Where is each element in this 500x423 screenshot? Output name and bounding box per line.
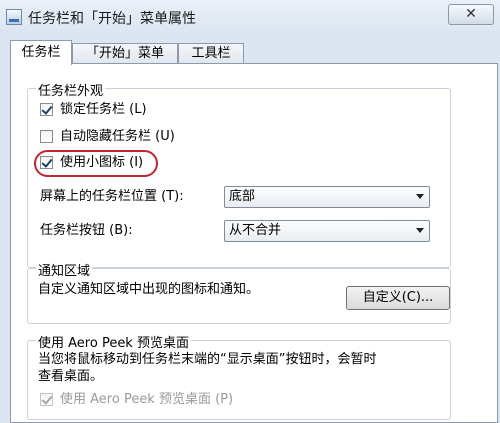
taskbar-buttons-value: 从不合并 — [229, 223, 282, 238]
taskbar-buttons-label: 任务栏按钮 (B): — [40, 223, 133, 238]
lock-taskbar-label: 锁定任务栏 (L) — [60, 102, 147, 117]
auto-hide-check-icon[interactable] — [40, 130, 53, 143]
chevron-down-icon — [416, 194, 424, 199]
customize-button[interactable]: 自定义(C)... — [346, 286, 450, 310]
taskbar-location-select[interactable]: 底部 — [224, 186, 430, 208]
notification-description: 自定义通知区域中出现的图标和通知。 — [38, 282, 260, 297]
lock-taskbar-check-icon[interactable] — [40, 103, 53, 116]
aero-peek-label: 使用 Aero Peek 预览桌面 (P) — [60, 392, 234, 407]
tab-toolbars[interactable]: 工具栏 — [178, 43, 244, 64]
tab-start-menu[interactable]: 「开始」菜单 — [72, 43, 178, 64]
small-icons-label: 使用小图标 (I) — [60, 155, 144, 170]
window-icon — [6, 9, 22, 25]
auto-hide-label: 自动隐藏任务栏 (U) — [60, 129, 175, 144]
tab-panel: 任务栏外观 锁定任务栏 (L) 自动隐藏任务栏 (U) 使用小图标 (I) 屏幕… — [10, 63, 498, 423]
small-icons-check-icon[interactable] — [40, 156, 53, 169]
aero-peek-group: 使用 Aero Peek 预览桌面 当您将鼠标移动到任务栏末端的“显示桌面”按钮… — [27, 332, 451, 420]
aero-peek-check-icon[interactable] — [40, 393, 53, 406]
taskbar-buttons-select[interactable]: 从不合并 — [224, 220, 430, 242]
aero-peek-description-line2: 查看桌面。 — [38, 369, 104, 384]
notification-group: 通知区域 自定义通知区域中出现的图标和通知。 自定义(C)... — [27, 260, 451, 324]
appearance-group: 任务栏外观 锁定任务栏 (L) 自动隐藏任务栏 (U) 使用小图标 (I) 屏幕… — [27, 80, 451, 268]
chevron-down-icon — [416, 228, 424, 233]
tab-taskbar[interactable]: 任务栏 — [10, 40, 72, 65]
aero-peek-description-line1: 当您将鼠标移动到任务栏末端的“显示桌面”按钮时，会暂时 — [38, 352, 377, 367]
close-button[interactable]: ✕ — [448, 4, 494, 25]
taskbar-location-label: 屏幕上的任务栏位置 (T): — [40, 189, 184, 204]
window-title: 任务栏和「开始」菜单属性 — [28, 11, 196, 27]
notification-group-title: 通知区域 — [36, 260, 93, 279]
title-bar: 任务栏和「开始」菜单属性 ✕ — [0, 0, 500, 34]
aero-peek-group-title: 使用 Aero Peek 预览桌面 — [36, 332, 191, 351]
taskbar-location-value: 底部 — [229, 189, 256, 204]
appearance-group-title: 任务栏外观 — [36, 80, 106, 99]
